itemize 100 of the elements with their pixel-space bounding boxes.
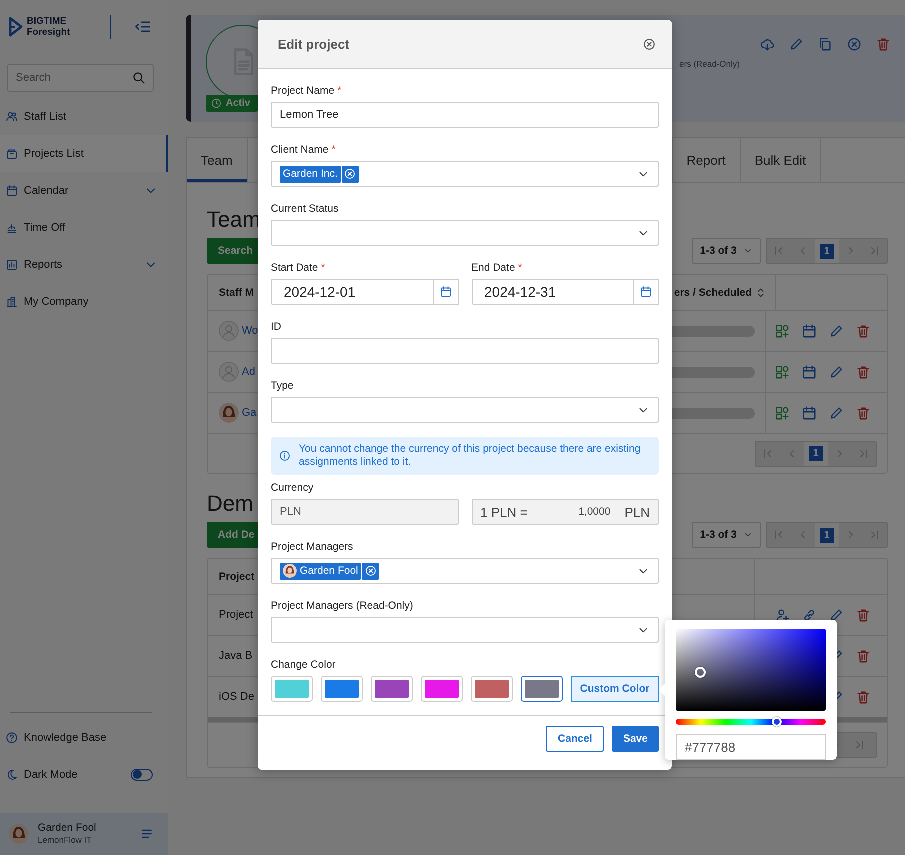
nav-item[interactable]: Reports [0, 246, 168, 283]
text-field[interactable] [271, 338, 659, 364]
help-link[interactable]: Knowledge Base [0, 719, 168, 756]
trash-icon[interactable] [856, 406, 871, 420]
hue-slider[interactable] [676, 719, 826, 725]
avatar [219, 403, 239, 423]
color-swatch[interactable] [521, 676, 563, 702]
field-label: Start Date * [271, 262, 326, 275]
column-header: Project [219, 570, 255, 582]
close-icon[interactable] [847, 37, 862, 52]
hex-field[interactable]: #777788 [676, 734, 826, 760]
client-tag: Garden Inc. [280, 166, 341, 182]
save-button[interactable]: Save [612, 726, 659, 752]
calendar-icon[interactable] [802, 364, 817, 380]
search-icon[interactable] [132, 71, 146, 85]
trash-icon[interactable] [876, 37, 891, 52]
add-grid-icon[interactable] [775, 406, 790, 420]
calendar-button[interactable] [633, 279, 659, 305]
close-icon [344, 168, 356, 180]
field-label: Client Name * [271, 144, 337, 157]
avatar [283, 564, 297, 578]
close-icon [364, 565, 377, 577]
add-grid-icon[interactable] [775, 364, 790, 380]
remove-button[interactable] [342, 166, 359, 182]
field-label: ID [271, 321, 282, 334]
search-field[interactable]: Search [7, 64, 154, 92]
remove-button[interactable] [362, 562, 380, 580]
text-field[interactable]: Lemon Tree [271, 102, 659, 128]
info-icon [279, 450, 291, 462]
dropdown[interactable]: Garden Fool [271, 558, 659, 584]
calendar-icon [6, 184, 18, 196]
nav-item[interactable]: Time Off [0, 209, 168, 246]
dialog-title: Edit project [278, 36, 350, 52]
calendar-icon [640, 286, 652, 298]
add-grid-icon[interactable] [775, 324, 790, 338]
brand-name: BIGTIME [27, 16, 68, 27]
page-number[interactable]: 1 [820, 528, 834, 542]
nav-item[interactable]: My Company [0, 283, 168, 320]
info-message: You cannot change the currency of this project because there are existing assignments linked to it. [299, 443, 642, 469]
trash-icon[interactable] [856, 324, 871, 338]
tab[interactable]: Team [187, 138, 248, 182]
moon-icon [6, 768, 18, 780]
calendar-icon [440, 286, 452, 298]
calendar-icon[interactable] [802, 406, 817, 420]
calendar-button[interactable] [432, 279, 458, 305]
date-field[interactable]: 2024-12-01 [271, 279, 432, 305]
trash-icon[interactable] [856, 690, 871, 704]
add-user-icon[interactable] [775, 608, 790, 622]
cancel-button[interactable]: Cancel [546, 726, 604, 752]
field-label: End Date * [472, 262, 524, 275]
tab[interactable]: Bulk Edit [740, 138, 822, 182]
rate-prefix: 1 PLN = [480, 504, 528, 520]
menu-icon[interactable] [140, 827, 154, 841]
dropdown[interactable] [271, 220, 659, 246]
nav-item[interactable]: Calendar [0, 172, 168, 209]
custom-color-button[interactable]: Custom Color [571, 676, 659, 702]
field-label: Project Name * [271, 85, 343, 98]
calendar-icon[interactable] [802, 324, 817, 338]
dropdown[interactable]: Garden Inc. [271, 161, 659, 187]
dark-mode-toggle[interactable] [131, 768, 153, 780]
column-header: Staff M [219, 286, 254, 298]
field-label: ers (Read-Only) [680, 58, 740, 68]
rate-value: 1,0000 [578, 506, 611, 518]
page-size-select[interactable]: 1-3 of 3 [692, 238, 761, 264]
link-icon[interactable] [802, 608, 817, 622]
cloud-download-icon[interactable] [760, 37, 775, 52]
hue-handle[interactable] [772, 717, 782, 727]
staff-name-link[interactable]: Ga [242, 407, 257, 419]
color-gradient-area[interactable] [676, 629, 826, 711]
column-header: ers / Scheduled [674, 286, 752, 298]
staff-name-link[interactable]: Ad [242, 366, 256, 378]
trash-icon[interactable] [856, 608, 871, 622]
clock-icon [211, 98, 222, 109]
copy-icon[interactable] [818, 37, 833, 52]
tag-label: Garden Fool [300, 565, 358, 577]
building-icon [6, 296, 18, 308]
avatar [219, 362, 239, 382]
section-title: Dem [207, 491, 254, 517]
field-label: Project Managers [271, 541, 354, 554]
rate-currency: PLN [624, 504, 650, 520]
page-number[interactable]: 1 [809, 446, 823, 461]
table-cell: iOS De [219, 691, 254, 703]
nav-item[interactable]: Projects List [0, 135, 168, 172]
staff-name-link[interactable]: Wo [242, 325, 258, 337]
date-field[interactable]: 2024-12-31 [472, 279, 633, 305]
close-icon[interactable] [643, 38, 656, 50]
dropdown[interactable] [271, 617, 659, 643]
avatar [9, 824, 29, 844]
user-name: Garden Fool [38, 822, 96, 834]
field-label: Current Status [271, 203, 340, 216]
field-label: Project Managers (Read-Only) [271, 600, 414, 613]
trash-icon[interactable] [856, 648, 871, 664]
page-size-select[interactable]: 1-3 of 3 [692, 522, 761, 548]
picker-handle[interactable] [695, 667, 706, 678]
dropdown[interactable] [271, 397, 659, 423]
nav-item[interactable]: Staff List [0, 98, 168, 135]
table-cell: Java B [219, 650, 253, 662]
trash-icon[interactable] [856, 364, 871, 380]
page-number[interactable]: 1 [820, 244, 834, 258]
edit-icon[interactable] [829, 608, 844, 622]
